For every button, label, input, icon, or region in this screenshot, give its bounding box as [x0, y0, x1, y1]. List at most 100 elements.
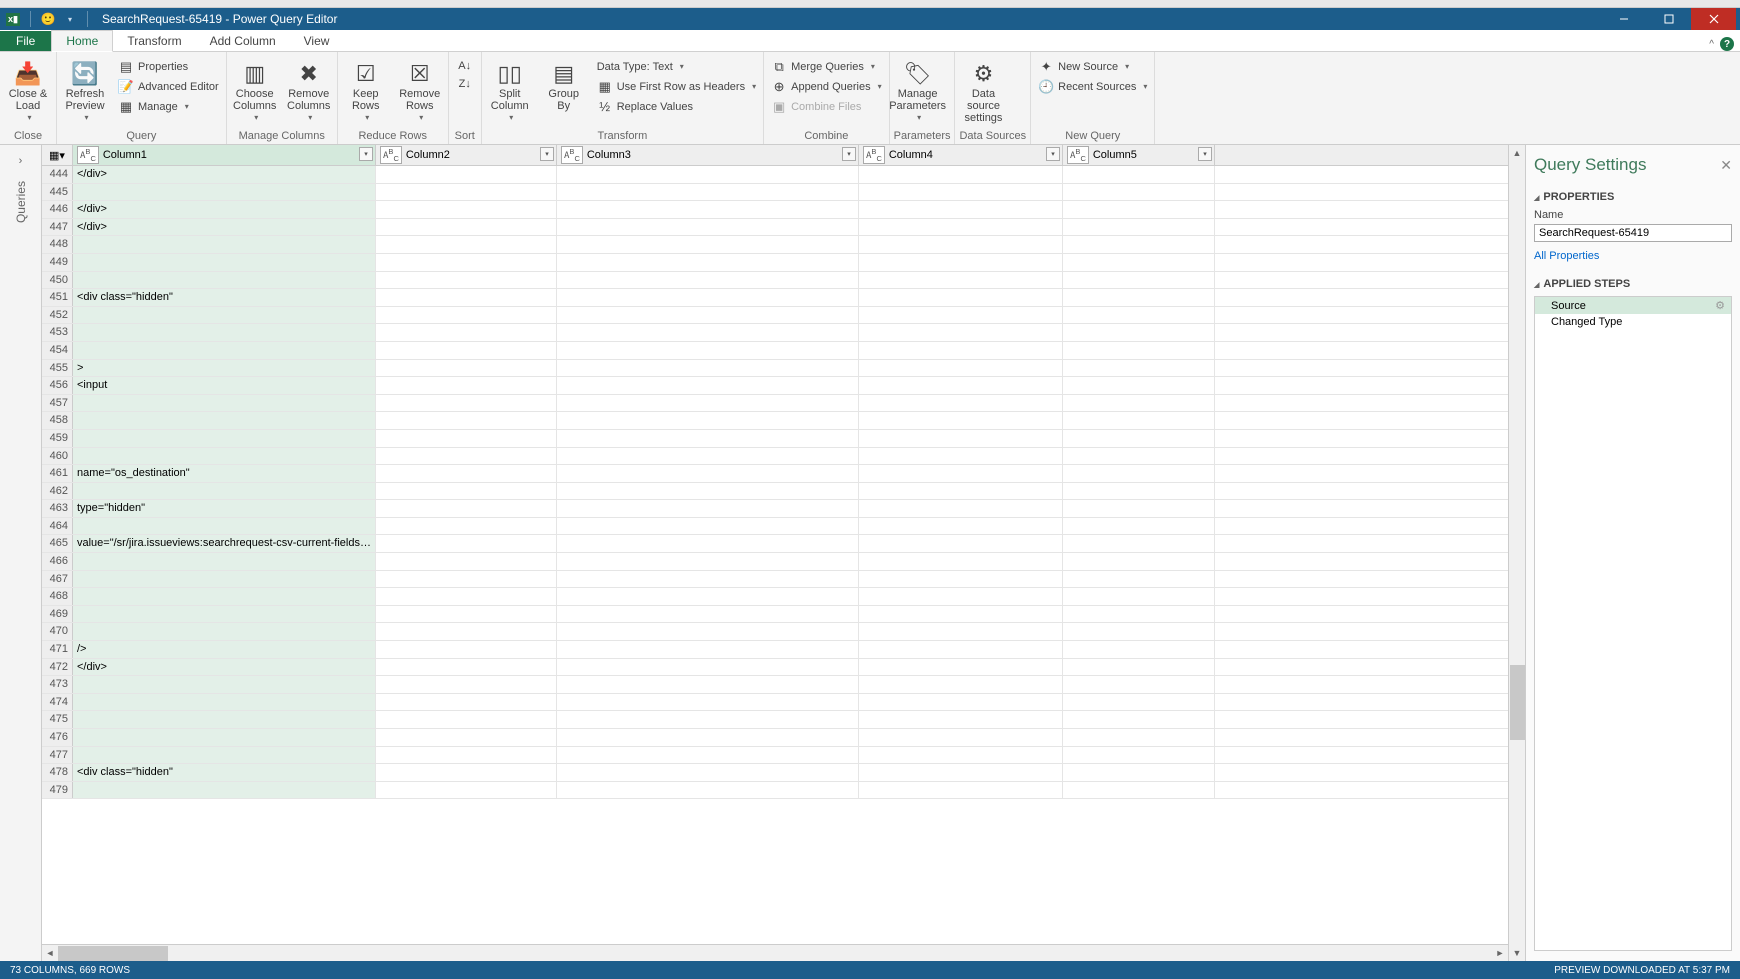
cell[interactable]	[557, 659, 859, 676]
row-number[interactable]: 461	[42, 465, 73, 482]
row-number[interactable]: 451	[42, 289, 73, 306]
column-header-1[interactable]: ABCColumn1▾	[73, 145, 376, 165]
cell[interactable]	[73, 711, 376, 728]
cell[interactable]	[557, 694, 859, 711]
cell[interactable]	[376, 588, 557, 605]
cell[interactable]	[557, 324, 859, 341]
cell[interactable]	[1063, 483, 1215, 500]
cell[interactable]	[1063, 342, 1215, 359]
column-filter-icon[interactable]: ▾	[842, 147, 856, 161]
cell[interactable]	[1063, 166, 1215, 183]
cell[interactable]	[1063, 729, 1215, 746]
table-row[interactable]: 476	[42, 729, 1508, 747]
table-row[interactable]: 448	[42, 236, 1508, 254]
new-source-button[interactable]: ✦New Source	[1035, 58, 1150, 76]
cell[interactable]	[73, 412, 376, 429]
table-row[interactable]: 462	[42, 483, 1508, 501]
row-number[interactable]: 470	[42, 623, 73, 640]
cell[interactable]	[1063, 324, 1215, 341]
cell[interactable]	[1063, 395, 1215, 412]
ribbon-collapse-icon[interactable]: ^	[1709, 39, 1714, 50]
cell[interactable]	[1063, 430, 1215, 447]
table-row[interactable]: 463 type="hidden"	[42, 500, 1508, 518]
column-filter-icon[interactable]: ▾	[359, 147, 373, 161]
table-row[interactable]: 459	[42, 430, 1508, 448]
group-by-button[interactable]: ▤Group By	[540, 58, 588, 114]
row-number[interactable]: 444	[42, 166, 73, 183]
row-number[interactable]: 471	[42, 641, 73, 658]
table-row[interactable]: 454	[42, 342, 1508, 360]
cell[interactable]	[73, 342, 376, 359]
cell[interactable]	[73, 324, 376, 341]
row-number[interactable]: 452	[42, 307, 73, 324]
cell[interactable]: type="hidden"	[73, 500, 376, 517]
cell[interactable]: </div>	[73, 219, 376, 236]
cell[interactable]	[557, 307, 859, 324]
cell[interactable]	[859, 694, 1063, 711]
cell[interactable]	[859, 782, 1063, 799]
row-number[interactable]: 477	[42, 747, 73, 764]
cell[interactable]	[376, 236, 557, 253]
table-row[interactable]: 445	[42, 184, 1508, 202]
cell[interactable]	[859, 377, 1063, 394]
cell[interactable]: name="os_destination"	[73, 465, 376, 482]
cell[interactable]	[1063, 236, 1215, 253]
cell[interactable]	[859, 676, 1063, 693]
row-number[interactable]: 454	[42, 342, 73, 359]
table-row[interactable]: 457	[42, 395, 1508, 413]
table-row[interactable]: 467	[42, 571, 1508, 589]
cell[interactable]	[376, 219, 557, 236]
advanced-editor-button[interactable]: 📝Advanced Editor	[115, 78, 222, 96]
properties-section-header[interactable]: PROPERTIES	[1534, 191, 1732, 203]
cell[interactable]	[73, 430, 376, 447]
cell[interactable]	[1063, 606, 1215, 623]
cell[interactable]	[376, 747, 557, 764]
refresh-preview-button[interactable]: 🔄 Refresh Preview	[61, 58, 109, 126]
step-changed-type[interactable]: Changed Type	[1535, 314, 1731, 330]
column-header-3[interactable]: ABCColumn3▾	[557, 145, 859, 165]
cell[interactable]	[859, 500, 1063, 517]
column-header-2[interactable]: ABCColumn2▾	[376, 145, 557, 165]
applied-steps-section-header[interactable]: APPLIED STEPS	[1534, 278, 1732, 290]
replace-values-button[interactable]: ½Replace Values	[594, 98, 759, 116]
settings-close-icon[interactable]: ✕	[1720, 157, 1732, 174]
cell[interactable]	[557, 623, 859, 640]
cell[interactable]	[859, 729, 1063, 746]
cell[interactable]	[376, 360, 557, 377]
row-number[interactable]: 445	[42, 184, 73, 201]
cell[interactable]	[557, 729, 859, 746]
cell[interactable]	[859, 711, 1063, 728]
cell[interactable]: </div>	[73, 166, 376, 183]
cell[interactable]	[1063, 377, 1215, 394]
cell[interactable]	[376, 711, 557, 728]
cell[interactable]	[376, 412, 557, 429]
tab-home[interactable]: Home	[51, 30, 113, 52]
hscroll-right-arrow[interactable]: ►	[1492, 948, 1508, 958]
table-row[interactable]: 473	[42, 676, 1508, 694]
cell[interactable]	[859, 747, 1063, 764]
column-filter-icon[interactable]: ▾	[1198, 147, 1212, 161]
cell[interactable]	[1063, 588, 1215, 605]
row-number[interactable]: 456	[42, 377, 73, 394]
cell[interactable]	[73, 553, 376, 570]
cell[interactable]	[557, 236, 859, 253]
cell[interactable]	[557, 289, 859, 306]
table-row[interactable]: 450	[42, 272, 1508, 290]
row-number[interactable]: 460	[42, 448, 73, 465]
step-source[interactable]: Source⚙	[1535, 297, 1731, 314]
tab-add-column[interactable]: Add Column	[196, 31, 290, 51]
cell[interactable]	[73, 694, 376, 711]
cell[interactable]	[557, 500, 859, 517]
row-number[interactable]: 457	[42, 395, 73, 412]
cell[interactable]	[1063, 254, 1215, 271]
cell[interactable]	[1063, 676, 1215, 693]
cell[interactable]	[73, 606, 376, 623]
cell[interactable]	[73, 747, 376, 764]
cell[interactable]	[557, 483, 859, 500]
cell[interactable]	[376, 254, 557, 271]
row-number[interactable]: 450	[42, 272, 73, 289]
combine-files-button[interactable]: ▣Combine Files	[768, 98, 885, 116]
row-number[interactable]: 473	[42, 676, 73, 693]
all-properties-link[interactable]: All Properties	[1534, 250, 1732, 262]
append-queries-button[interactable]: ⊕Append Queries	[768, 78, 885, 96]
